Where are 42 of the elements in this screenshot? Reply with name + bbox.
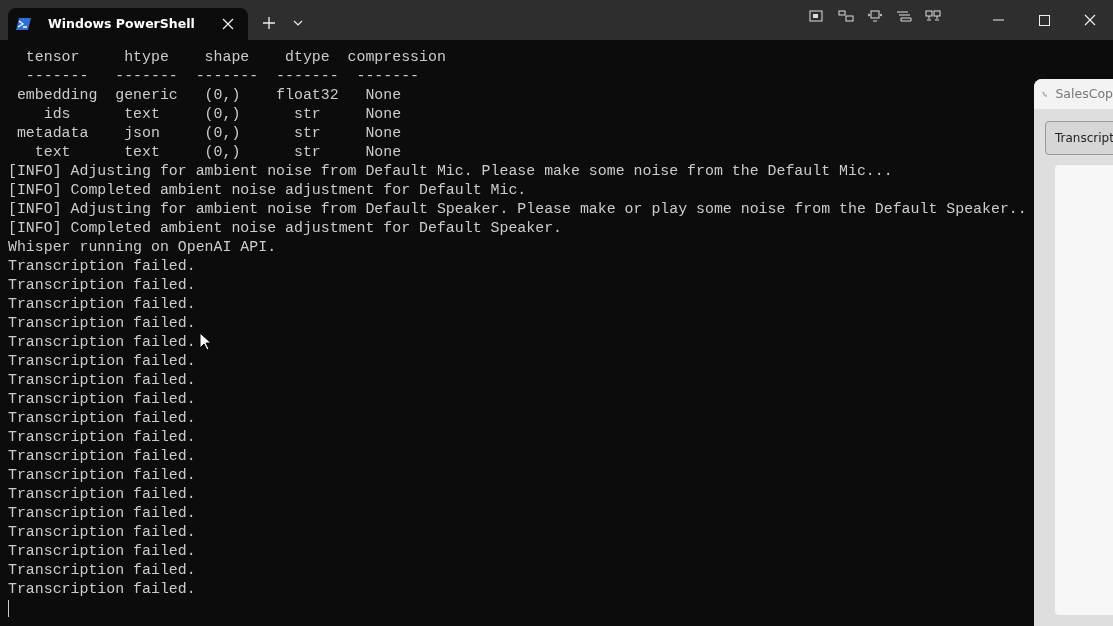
chevron-down-icon <box>293 20 303 26</box>
terminal-line: Transcription failed. <box>8 542 196 561</box>
minimize-icon <box>992 19 1004 21</box>
terminal-line: Transcription failed. <box>8 561 196 580</box>
terminal-line: Transcription failed. <box>8 295 196 314</box>
terminal-line: Transcription failed. <box>8 428 196 447</box>
terminal-line: Transcription failed. <box>8 580 196 599</box>
terminal-line: embedding generic (0,) float32 None <box>15 86 402 105</box>
terminal-line: Transcription failed. <box>8 257 196 276</box>
terminal-line: Transcription failed. <box>8 371 196 390</box>
maximize-icon <box>1038 14 1050 26</box>
terminal-line: Transcription failed. <box>8 409 196 428</box>
terminal-line: tensor htype shape dtype compression <box>24 48 446 67</box>
terminal-line: Transcription failed. <box>8 523 196 542</box>
terminal-line: Transcription failed. <box>8 333 196 352</box>
close-icon <box>222 18 234 30</box>
terminal-line: [INFO] Adjusting for ambient noise from Default Mic. Please make some noise from the Default Mic... <box>8 162 893 181</box>
transcript-button[interactable]: Transcript <box>1045 121 1113 155</box>
terminal-line: [INFO] Completed ambient noise adjustment for Default Mic. <box>8 181 527 200</box>
plus-icon <box>263 17 275 29</box>
terminal-line: Whisper running on OpenAI API. <box>8 238 277 257</box>
terminal-line: metadata json (0,) str None <box>15 124 402 143</box>
powershell-icon <box>16 17 32 31</box>
terminal-line: Transcription failed. <box>8 352 196 371</box>
terminal-line: ------- ------- ------- ------- ------- <box>24 67 420 86</box>
terminal-line: Transcription failed. <box>8 485 196 504</box>
window-title: SalesCop <box>1055 84 1113 103</box>
mouse-pointer-icon <box>199 332 211 351</box>
terminal-line: Transcription failed. <box>8 276 196 295</box>
terminal-line: Transcription failed. <box>8 314 196 333</box>
terminal-line: Transcription failed. <box>8 466 196 485</box>
terminal-line: Transcription failed. <box>8 504 196 523</box>
terminal-line: [INFO] Adjusting for ambient noise from Default Speaker. Please make or play some noise from the Default Speaker.. <box>8 200 1027 219</box>
terminal-line: Transcription failed. <box>8 447 196 466</box>
terminal-line: Transcription failed. <box>8 390 196 409</box>
close-icon <box>1084 14 1096 26</box>
terminal-line: text text (0,) str None <box>33 143 402 162</box>
terminal-line: ids text (0,) str None <box>42 105 402 124</box>
terminal-line: [INFO] Completed ambient noise adjustment for Default Speaker. <box>8 219 563 238</box>
monitors-icon[interactable] <box>922 9 943 23</box>
text-cursor <box>8 600 9 617</box>
layout-icon[interactable] <box>835 9 856 23</box>
